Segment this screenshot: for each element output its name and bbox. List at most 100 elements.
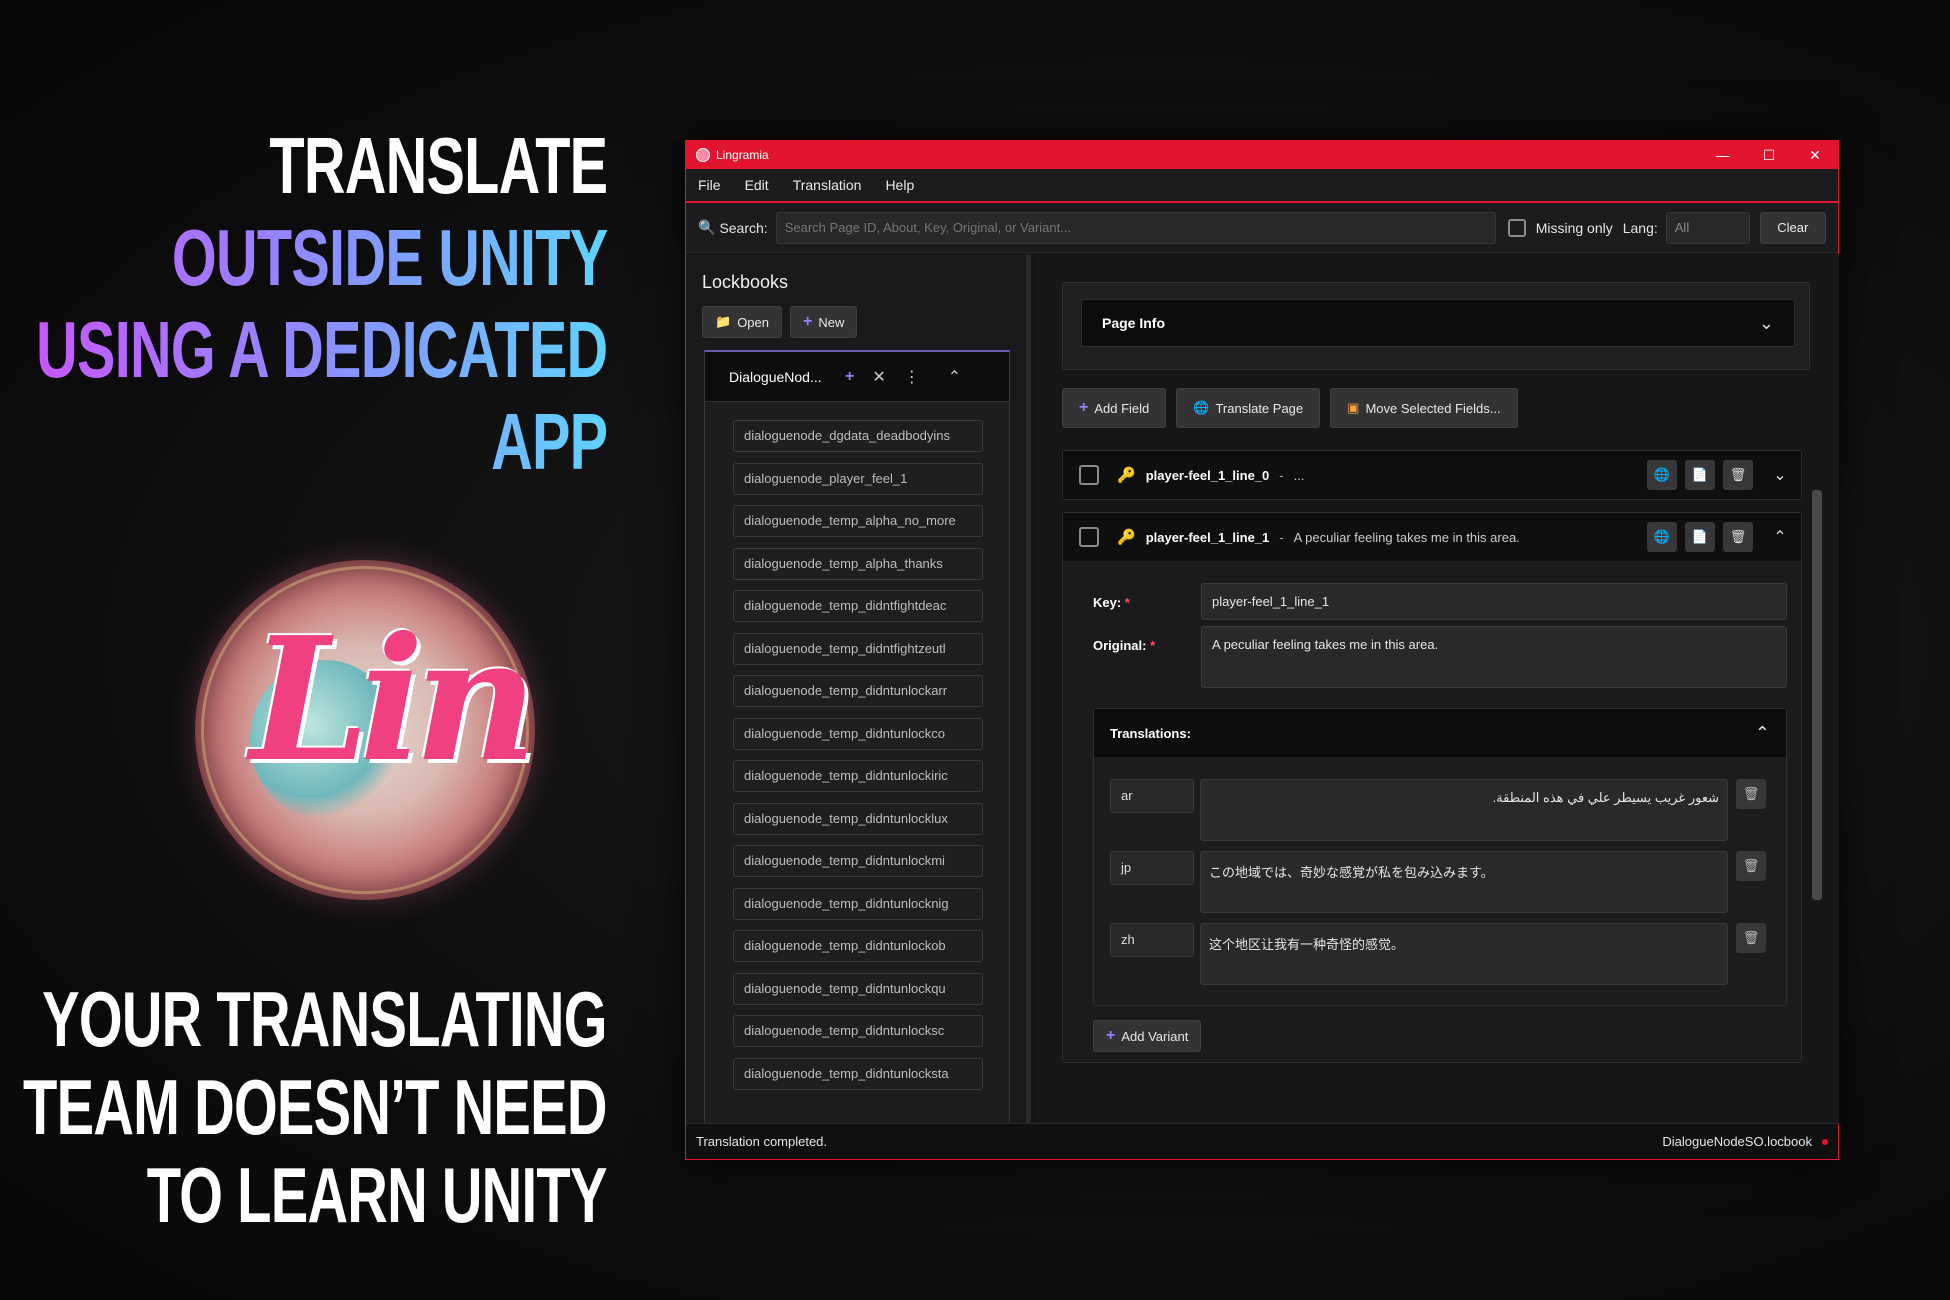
- lockbook-page-item[interactable]: dialoguenode_temp_didntfightdeac: [733, 590, 983, 622]
- original-input[interactable]: A peculiar feeling takes me in this area…: [1201, 626, 1787, 688]
- move-selected-fields-button[interactable]: ▣ Move Selected Fields...: [1330, 388, 1518, 428]
- trash-icon[interactable]: 🗑: [1736, 923, 1766, 953]
- trash-icon[interactable]: 🗑: [1723, 522, 1753, 552]
- window-title: Lingramia: [716, 148, 769, 162]
- unsaved-dot-icon: [1822, 1138, 1828, 1145]
- translations-header[interactable]: Translations: ⌃: [1094, 709, 1786, 757]
- translate-field-icon[interactable]: 🌐: [1647, 460, 1677, 490]
- add-page-icon[interactable]: +: [845, 368, 854, 386]
- close-icon[interactable]: ✕: [872, 367, 885, 387]
- field-summary: A peculiar feeling takes me in this area…: [1293, 529, 1520, 545]
- translation-lang[interactable]: ar: [1110, 779, 1194, 813]
- add-variant-button[interactable]: + Add Variant: [1093, 1020, 1202, 1052]
- field-header[interactable]: 🔑 player-feel_1_line_0 - ... 🌐 📄 🗑 ⌄: [1063, 451, 1801, 499]
- subline-line-3: TO LEARN UNITY: [146, 1151, 608, 1239]
- lockbook-page-item[interactable]: dialoguenode_temp_didntunlockqu: [733, 972, 983, 1005]
- trash-icon[interactable]: 🗑: [1736, 779, 1766, 809]
- lockbook-page-item[interactable]: dialoguenode_temp_didntunlockarr: [733, 675, 983, 707]
- clear-button[interactable]: Clear: [1759, 211, 1826, 244]
- lockbook-page-item[interactable]: dialoguenode_temp_didntunlockco: [733, 717, 983, 750]
- lockbook-page-item[interactable]: dialoguenode_temp_alpha_no_more: [733, 505, 983, 537]
- lockbook-page-item[interactable]: dialoguenode_temp_didntunlockiric: [733, 760, 983, 792]
- menu-help[interactable]: Help: [885, 177, 914, 193]
- key-icon: 🔑: [1117, 467, 1136, 484]
- search-icon: 🔍: [698, 219, 716, 235]
- sidebar-title: Lockbooks: [702, 272, 789, 292]
- headline-line-2: OUTSIDE UNITY: [36, 212, 608, 304]
- search-label: Search:: [719, 219, 768, 236]
- lockbook-page-item[interactable]: dialoguenode_dgdata_deadbodyins: [733, 420, 983, 452]
- original-label: Original:: [1093, 638, 1147, 653]
- trash-icon[interactable]: 🗑: [1736, 851, 1766, 881]
- lockbook-page-item[interactable]: dialoguenode_player_feel_1: [733, 462, 983, 495]
- lang-select[interactable]: All: [1665, 211, 1750, 244]
- field-item-expanded: 🔑 player-feel_1_line_1 - A peculiar feel…: [1062, 512, 1802, 1063]
- headline-line-4: APP: [36, 396, 608, 488]
- trash-icon[interactable]: 🗑: [1723, 460, 1753, 490]
- lockbook-page-item[interactable]: dialoguenode_temp_alpha_thanks: [733, 547, 983, 580]
- translation-lang[interactable]: jp: [1110, 851, 1194, 885]
- lockbook-page-item[interactable]: dialoguenode_temp_didntunlocknig: [733, 887, 983, 920]
- field-checkbox[interactable]: [1079, 527, 1099, 547]
- field-key: player-feel_1_line_0: [1145, 467, 1270, 483]
- chevron-up-icon[interactable]: ⌃: [948, 367, 961, 387]
- maximize-button[interactable]: ☐: [1746, 147, 1792, 164]
- translation-row: zh 这个地区让我有一种奇怪的感觉。 🗑: [1110, 923, 1772, 985]
- plus-icon: +: [1079, 399, 1089, 416]
- promo-subline: YOUR TRANSLATING TEAM DOESN’T NEED TO LE…: [23, 975, 607, 1239]
- scrollbar-thumb[interactable]: [1812, 490, 1822, 900]
- add-field-button[interactable]: + Add Field: [1062, 388, 1167, 428]
- field-checkbox[interactable]: [1079, 465, 1099, 485]
- key-input[interactable]: player-feel_1_line_1: [1201, 583, 1787, 620]
- status-file: DialogueNodeSO.locbook: [1662, 1134, 1812, 1149]
- folder-icon: 📁: [715, 314, 732, 329]
- translation-text[interactable]: 这个地区让我有一种奇怪的感觉。: [1200, 923, 1728, 985]
- field-editor: Key: * player-feel_1_line_1 Original: * …: [1063, 561, 1801, 1062]
- lang-label: Lang:: [1622, 219, 1658, 236]
- status-bar: Translation completed. DialogueNodeSO.lo…: [686, 1123, 1838, 1159]
- app-icon: [696, 148, 710, 162]
- open-button[interactable]: 📁 Open: [702, 306, 782, 338]
- field-header[interactable]: 🔑 player-feel_1_line_1 - A peculiar feel…: [1063, 513, 1801, 561]
- headline-line-3: USING A DEDICATED: [35, 305, 608, 394]
- page-info-header[interactable]: Page Info ⌄: [1081, 299, 1795, 347]
- translation-text[interactable]: この地域では、奇妙な感覚が私を包み込みます。: [1200, 851, 1728, 913]
- search-input[interactable]: [775, 211, 1496, 244]
- document-icon[interactable]: 📄: [1685, 522, 1715, 552]
- lockbook-page-item[interactable]: dialoguenode_temp_didntunlocksc: [733, 1015, 983, 1047]
- scrollbar[interactable]: [1810, 450, 1822, 1110]
- title-bar: Lingramia — ☐ ✕: [686, 141, 1838, 169]
- lockbook-header[interactable]: DialogueNod... + ✕ ⋮ ⌃: [705, 352, 1009, 402]
- lockbook-page-item[interactable]: dialoguenode_temp_didntunlocklux: [733, 802, 983, 835]
- translation-text[interactable]: شعور غريب يسيطر علي في هذه المنطقة.: [1200, 779, 1728, 841]
- key-label: Key:: [1093, 595, 1122, 610]
- chevron-down-icon[interactable]: ⌄: [1765, 465, 1795, 485]
- fields-list: 🔑 player-feel_1_line_0 - ... 🌐 📄 🗑 ⌄ 🔑 p…: [1062, 450, 1822, 1110]
- translate-page-button[interactable]: 🌐 Translate Page: [1176, 388, 1321, 428]
- document-icon[interactable]: 📄: [1685, 460, 1715, 490]
- missing-only-checkbox[interactable]: [1507, 218, 1526, 237]
- page-list: dialoguenode_dgdata_deadbodyins dialoguen…: [705, 402, 1009, 1090]
- subline-line-1: YOUR TRANSLATING: [42, 975, 607, 1063]
- lockbook-page-item[interactable]: dialoguenode_temp_didntunlockob: [733, 930, 983, 962]
- lockbook-page-item[interactable]: dialoguenode_temp_didntfightzeutl: [733, 632, 983, 665]
- menu-edit[interactable]: Edit: [745, 177, 769, 193]
- new-button[interactable]: + New: [790, 306, 858, 338]
- translation-row: ar شعور غريب يسيطر علي في هذه المنطقة. 🗑: [1110, 779, 1772, 841]
- translations-panel: Translations: ⌃ ar شعور غريب يسيطر علي ف…: [1093, 708, 1787, 1006]
- chevron-up-icon[interactable]: ⌃: [1765, 527, 1795, 547]
- lockbook-page-item[interactable]: dialoguenode_temp_didntunlocksta: [733, 1057, 983, 1090]
- close-button[interactable]: ✕: [1792, 147, 1838, 164]
- minimize-button[interactable]: —: [1700, 147, 1746, 163]
- more-options-icon[interactable]: ⋮: [904, 367, 920, 387]
- translation-lang[interactable]: zh: [1110, 923, 1194, 957]
- box-icon: ▣: [1347, 400, 1360, 415]
- lockbook-page-item[interactable]: dialoguenode_temp_didntunlockmi: [733, 845, 983, 877]
- menu-bar: File Edit Translation Help: [686, 169, 1838, 203]
- translate-field-icon[interactable]: 🌐: [1647, 522, 1677, 552]
- field-summary: ...: [1293, 467, 1305, 483]
- menu-translation[interactable]: Translation: [793, 177, 862, 193]
- menu-file[interactable]: File: [698, 177, 721, 193]
- search-bar: 🔍 Search: Missing only Lang: All Clear: [686, 203, 1838, 253]
- translation-row: jp この地域では、奇妙な感覚が私を包み込みます。 🗑: [1110, 851, 1772, 913]
